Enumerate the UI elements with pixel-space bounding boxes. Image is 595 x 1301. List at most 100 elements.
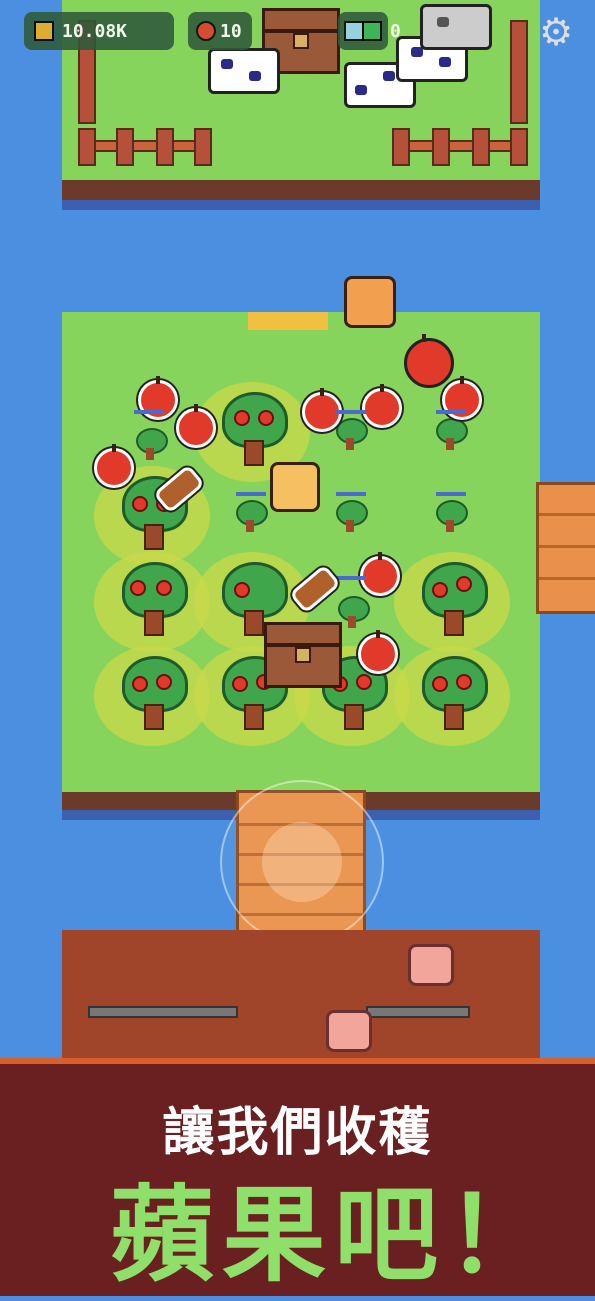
- fence-post: [156, 128, 174, 166]
- fence-post: [510, 128, 528, 166]
- tree-trunk: [244, 610, 264, 636]
- coin-icon: [34, 21, 54, 41]
- tree-trunk: [244, 704, 264, 730]
- sapling-trunk: [146, 448, 154, 460]
- cow-spot: [383, 71, 395, 81]
- apple-character[interactable]: [404, 334, 454, 388]
- fence-post: [116, 128, 134, 166]
- tree-apple: [132, 676, 148, 692]
- gear-icon[interactable]: ⚙: [536, 12, 576, 52]
- sand-patch: [248, 312, 328, 330]
- pen-fence-rail: [88, 1006, 238, 1018]
- sapling-trunk: [346, 438, 354, 450]
- apple-pickup[interactable]: [176, 404, 216, 448]
- cow-spot: [221, 59, 233, 69]
- coin-value: 10.08K: [62, 20, 128, 42]
- tree-trunk: [244, 440, 264, 466]
- cow[interactable]: [208, 48, 280, 94]
- tree-trunk: [444, 610, 464, 636]
- apple-tree[interactable]: [94, 552, 210, 652]
- tree-apple: [234, 582, 250, 598]
- tree-trunk: [344, 704, 364, 730]
- sapling-trunk: [346, 520, 354, 532]
- growth-bar: [336, 576, 366, 580]
- tree-apple: [156, 580, 172, 596]
- tree-apple: [156, 674, 172, 690]
- apple-tree[interactable]: [394, 552, 510, 652]
- pasture-shoreline: [62, 200, 540, 210]
- fence-rail: [80, 140, 212, 152]
- plank: [539, 577, 595, 580]
- pig[interactable]: [326, 1010, 372, 1052]
- growth-bar: [336, 492, 366, 496]
- tree-apple: [234, 410, 250, 426]
- apple-tree[interactable]: [94, 646, 210, 746]
- pasture-cliff: [62, 180, 540, 200]
- cow-spot: [249, 71, 261, 81]
- fence-post: [392, 128, 410, 166]
- fence-post: [510, 20, 528, 124]
- sapling-trunk: [446, 438, 454, 450]
- gem-counter: 0: [356, 12, 496, 50]
- tree-apple: [130, 580, 146, 596]
- cow-spot: [355, 85, 367, 95]
- tree-trunk: [444, 704, 464, 730]
- apple-tree[interactable]: [394, 646, 510, 746]
- growth-bar: [436, 410, 466, 414]
- tree-apple: [432, 676, 448, 692]
- tree-trunk: [144, 524, 164, 550]
- pig[interactable]: [408, 944, 454, 986]
- plank: [539, 545, 595, 548]
- apple-icon: [196, 21, 216, 41]
- sapling[interactable]: [332, 500, 368, 536]
- gem-icon: [362, 21, 382, 41]
- orchard-chest[interactable]: [264, 622, 342, 688]
- cow-spot: [439, 57, 451, 67]
- sapling[interactable]: [232, 500, 268, 536]
- miner-character[interactable]: [344, 276, 396, 328]
- tree-apple: [132, 496, 148, 512]
- apple-pickup[interactable]: [358, 630, 398, 674]
- fence-post: [472, 128, 490, 166]
- gem-value: 0: [390, 20, 401, 42]
- pig-pen-island: [62, 930, 540, 1060]
- apple-pickup[interactable]: [362, 384, 402, 428]
- apple-pickup[interactable]: [138, 376, 178, 420]
- plank: [539, 513, 595, 516]
- apple-value: 10: [220, 20, 242, 42]
- fence-rail: [392, 140, 524, 152]
- sapling-trunk: [246, 520, 254, 532]
- tree-apple: [456, 576, 472, 592]
- joystick-knob[interactable]: [262, 822, 342, 902]
- fence-post: [194, 128, 212, 166]
- east-bridge: [536, 482, 595, 614]
- coin-counter: 10.08K: [24, 12, 174, 50]
- sapling[interactable]: [432, 418, 468, 454]
- growth-bar: [236, 492, 266, 496]
- growth-bar: [336, 410, 366, 414]
- sapling-trunk: [348, 616, 356, 628]
- banner-subheadline: 蘋果吧！: [110, 1174, 559, 1296]
- tree-apple: [456, 674, 472, 690]
- tree-apple: [258, 410, 274, 426]
- apple-pickup[interactable]: [442, 376, 482, 420]
- sapling[interactable]: [432, 500, 468, 536]
- pen-fence-rail: [366, 1006, 470, 1018]
- virtual-joystick[interactable]: [220, 780, 384, 944]
- player-character[interactable]: [270, 462, 320, 512]
- tree-apple: [232, 676, 248, 692]
- tree-trunk: [144, 610, 164, 636]
- apple-pickup[interactable]: [94, 444, 134, 488]
- sapling[interactable]: [132, 428, 168, 464]
- growth-bar: [436, 492, 466, 496]
- tree-trunk: [144, 704, 164, 730]
- apple-tree[interactable]: [194, 382, 310, 482]
- fence-post: [432, 128, 450, 166]
- sapling-trunk: [446, 520, 454, 532]
- tree-apple: [356, 674, 372, 690]
- apple-pickup[interactable]: [360, 552, 400, 596]
- growth-bar: [134, 410, 164, 414]
- fence-post: [78, 128, 96, 166]
- apple-counter: 10: [188, 12, 252, 50]
- tree-apple: [432, 582, 448, 598]
